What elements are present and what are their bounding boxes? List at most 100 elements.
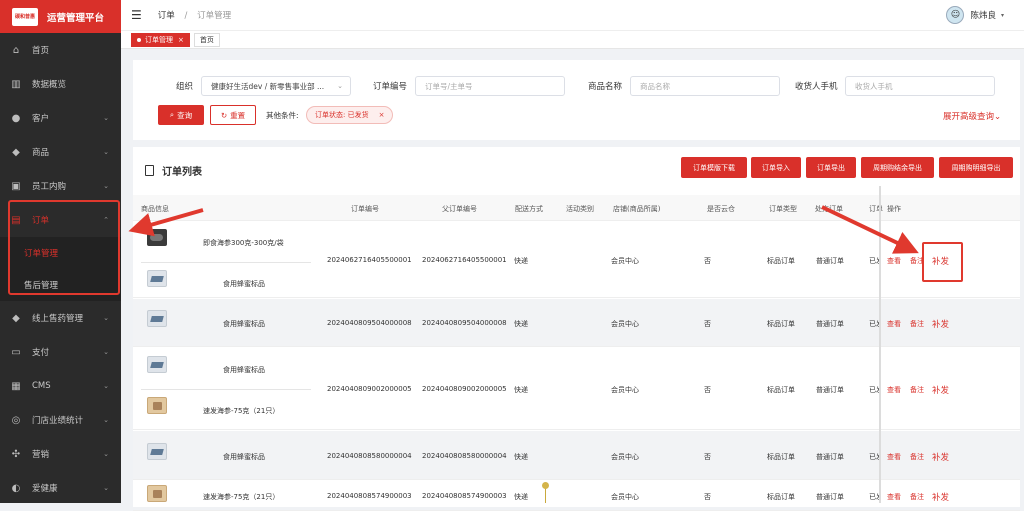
chevron-down-icon: ⌄ [337,82,343,90]
sidebar-item-label: 首页 [32,46,50,56]
order-number: 2024062716405500001 [327,256,412,264]
sidebar-item-heart-11[interactable]: ◐ 爱健康 ⌄ [0,471,121,505]
breadcrumb-item-order[interactable]: 订单 [158,11,175,21]
shop-name: 会员中心 [611,493,639,501]
download-template-button[interactable]: 订单模版下载 [681,157,747,178]
column-header: 是否云仓 [707,205,735,213]
phone-input[interactable]: 收货人手机 [845,76,995,96]
cloud-warehouse: 否 [704,386,711,394]
remark-link[interactable]: 备注 [910,256,924,266]
bag-icon: ▣ [11,180,21,192]
user-name[interactable]: 陈炜良 [970,9,996,21]
cloud-warehouse: 否 [704,320,711,328]
sidebar-item-dashboard-1[interactable]: ▥ 数据概览 [0,67,121,101]
view-link[interactable]: 查看 [887,492,901,502]
brand-header[interactable]: 碳和普惠 运营管理平台 [0,0,121,33]
org-label: 组织 [176,82,194,92]
export-cycle-balance-button[interactable]: 周期购结余导出 [861,157,934,178]
order-no-label: 订单编号 [373,82,408,92]
cloud-warehouse: 否 [704,257,711,265]
view-link[interactable]: 查看 [887,452,901,462]
column-header: 配送方式 [515,205,543,213]
order-number: 2024040809002000005 [327,385,412,393]
order-status: 已发 [869,453,879,461]
sidebar-subitem-order-management[interactable]: 订单管理 [0,237,121,269]
order-number: 2024040808574900003 [327,492,412,500]
product-name: 速发海参-75克（21只） [203,407,280,415]
view-link[interactable]: 查看 [887,319,901,329]
order-no-input[interactable]: 订单号/主单号 [415,76,565,96]
remark-link[interactable]: 备注 [910,319,924,329]
status-filter-chip[interactable]: 订单状态: 已发货 × [306,106,394,124]
sidebar-item-wallet-7[interactable]: ▭ 支付 ⌄ [0,335,121,369]
cloud-warehouse: 否 [704,493,711,501]
delivery-method: 快递 [514,453,528,461]
remark-link[interactable]: 备注 [910,492,924,502]
sidebar-item-grid-8[interactable]: ▦ CMS ⌄ [0,369,121,403]
close-icon[interactable]: × [178,36,184,44]
column-header: 操作 [887,205,901,213]
product-image [147,229,167,246]
reset-button[interactable]: ↻ 重置 [210,105,256,125]
query-button[interactable]: ⌕ 查询 [158,105,204,125]
import-orders-button[interactable]: 订单导入 [751,157,801,178]
menu-toggle-icon[interactable]: ☰ [131,8,142,22]
wallet-icon: ▭ [11,346,21,358]
sidebar-item-label: 营销 [32,450,50,460]
breadcrumb: 订单 / 订单管理 [158,9,231,21]
sidebar-item-network-10[interactable]: ✣ 营销 ⌄ [0,437,121,471]
advanced-search-toggle[interactable]: 展开高级查询⌄ [943,110,1001,122]
grid-icon: ▦ [11,380,21,392]
product-image [147,397,167,414]
table-row: 食用蜂蜜标品 2024040809504000008 202404080950400… [133,299,1020,347]
sidebar-item-bag-4[interactable]: ▣ 员工内购 ⌄ [0,169,121,203]
remark-link[interactable]: 备注 [910,385,924,395]
order-status: 已发 [869,386,879,394]
reset-button-label: 重置 [230,110,246,120]
avatar[interactable]: ☺ [946,6,965,24]
org-select[interactable]: 健康好生活dev / 新零售事业部 ... ⌄ [201,76,351,96]
export-orders-button[interactable]: 订单导出 [806,157,856,178]
app-title: 运营管理平台 [47,12,105,24]
reissue-link[interactable]: 补发 [932,384,949,396]
close-icon[interactable]: × [379,111,385,119]
document-icon [145,165,154,176]
reissue-link[interactable]: 补发 [932,255,949,267]
person-icon: ◎ [11,414,21,426]
column-header: 处方订单 [815,205,843,213]
order-status: 已发 [869,320,879,328]
sidebar-item-label: 爱健康 [32,484,58,494]
sidebar-item-diamond-6[interactable]: ◆ 线上售药管理 ⌄ [0,301,121,335]
remark-link[interactable]: 备注 [910,452,924,462]
tab-home[interactable]: 首页 [193,32,220,47]
chevron-icon: ⌄ [103,450,109,458]
reissue-link[interactable]: 补发 [932,451,949,463]
sidebar-menu: ⌂ 首页 ▥ 数据概览 ● 客户 ⌄ ◆ 商品 ⌄ ▣ 员工内购 ⌄ ▤ 订单 ⌃ 订单管理 售后管理 ◆ 线上售药管… [0,33,121,505]
sidebar-item-user-2[interactable]: ● 客户 ⌄ [0,101,121,135]
view-link[interactable]: 查看 [887,256,901,266]
view-link[interactable]: 查看 [887,385,901,395]
user-menu[interactable]: ☺ 陈炜良 ▾ [946,6,1004,24]
sidebar-item-diamond-3[interactable]: ◆ 商品 ⌄ [0,135,121,169]
export-cycle-detail-button[interactable]: 周期购明细导出 [939,157,1013,178]
prescription-order: 普通订单 [816,453,844,461]
sidebar-subitem-after-sales[interactable]: 售后管理 [0,269,121,301]
dropdown-icon[interactable]: ▾ [1001,12,1004,19]
sidebar-item-home-0[interactable]: ⌂ 首页 [0,33,121,67]
sidebar-item-order-5[interactable]: ▤ 订单 ⌃ [0,203,121,237]
order-type: 标品订单 [767,453,795,461]
sidebar-item-person-9[interactable]: ◎ 门店业绩统计 ⌄ [0,403,121,437]
chevron-icon: ⌄ [103,382,109,390]
column-header: 商品信息 [141,205,169,213]
cloud-warehouse: 否 [704,453,711,461]
table-header: 商品信息 订单编号 父订单编号 配送方式 活动类别 店铺(商品所属) 是否云仓 订单类型 处方订… [133,195,1020,221]
breadcrumb-separator: / [184,11,188,21]
user-icon: ● [11,112,21,124]
tab-order-management[interactable]: 订单管理 × [131,32,190,47]
reissue-link[interactable]: 补发 [932,491,949,503]
list-title-text: 订单列表 [162,167,202,178]
product-name-input[interactable]: 商品名称 [630,76,780,96]
app-logo: 碳和普惠 [12,7,38,26]
reissue-link[interactable]: 补发 [932,318,949,330]
search-icon: ⌕ [169,110,175,119]
